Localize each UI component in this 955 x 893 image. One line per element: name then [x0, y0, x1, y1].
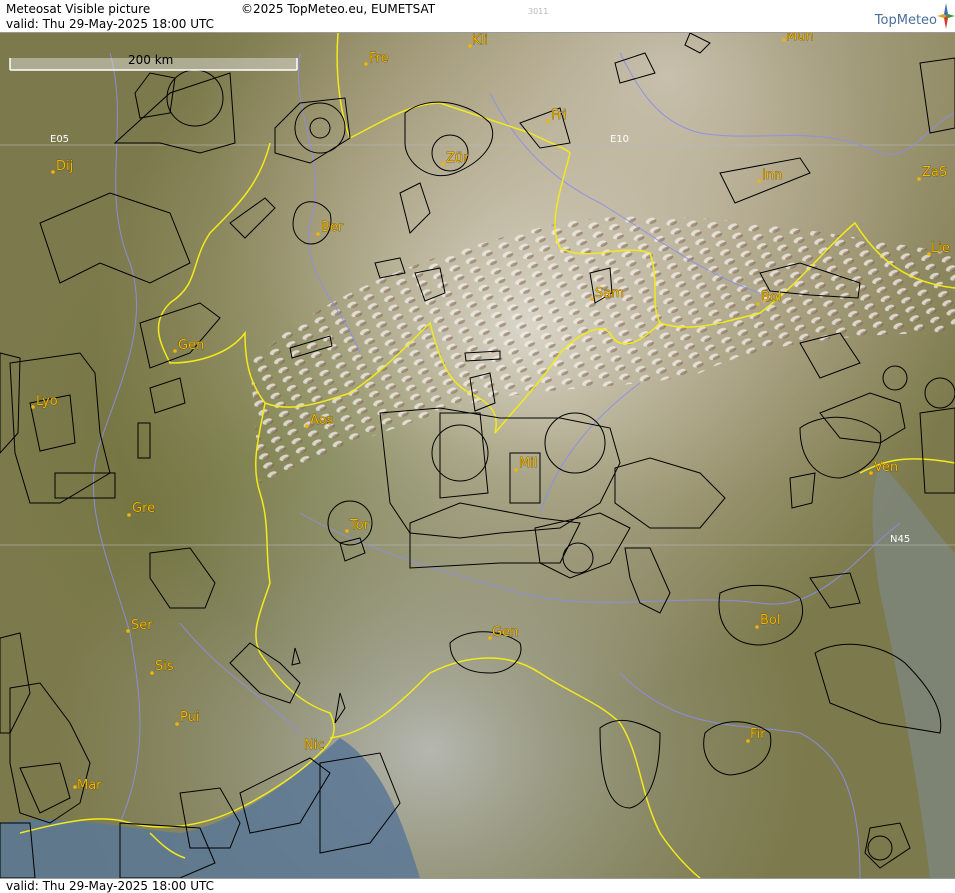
- image-title: Meteosat Visible picture: [6, 2, 151, 16]
- compass-star-icon: [937, 3, 955, 29]
- city-ber[interactable]: Ber: [316, 220, 344, 236]
- city-label-zur: Zür: [446, 151, 469, 166]
- footer-bar: valid: Thu 29-May-2025 18:00 UTC: [0, 878, 955, 893]
- city-label-ser: Ser: [131, 618, 153, 633]
- city-mar[interactable]: Mar: [73, 778, 102, 793]
- city-label-inn: Inn: [762, 168, 782, 183]
- map-canvas: 200 km E05 E10 N45 Kli Mun Fre Fri Zür D…: [0, 33, 955, 878]
- city-label-pui: Pui: [180, 710, 199, 725]
- city-label-tor: Tor: [349, 518, 370, 533]
- city-label-dij: Dij: [56, 159, 73, 174]
- grid-label-n45: N45: [890, 534, 910, 545]
- city-label-gen-south: Gen: [492, 625, 518, 640]
- valid-time-bottom: valid: Thu 29-May-2025 18:00 UTC: [6, 879, 215, 893]
- city-ven[interactable]: Ven: [869, 460, 898, 475]
- city-label-fre: Fre: [369, 51, 389, 66]
- city-label-lie: Lie: [931, 241, 950, 256]
- scale-bar-label: 200 km: [128, 53, 173, 67]
- city-label-ven: Ven: [874, 460, 898, 475]
- satellite-image[interactable]: 200 km E05 E10 N45 Kli Mun Fre Fri Zür D…: [0, 33, 955, 878]
- city-label-nic: Nic: [304, 738, 324, 753]
- city-label-mil: Mil: [519, 456, 537, 471]
- city-label-fir: Fir: [750, 727, 766, 742]
- city-label-mun: Mun: [786, 33, 814, 44]
- city-label-bol-north: Bol: [761, 290, 781, 305]
- city-label-gen-north: Gen: [178, 338, 204, 353]
- city-label-sis: Sis: [155, 659, 174, 674]
- city-ser[interactable]: Ser: [126, 618, 154, 633]
- header-bar: Meteosat Visible picture valid: Thu 29-M…: [0, 0, 955, 33]
- city-mun[interactable]: Mun: [782, 33, 814, 44]
- city-label-bol-south: Bol: [760, 613, 780, 628]
- grid-label-e10: E10: [610, 134, 629, 145]
- copyright-notice: ©2025 TopMeteo.eu, EUMETSAT: [241, 2, 436, 16]
- city-nic[interactable]: Nic: [304, 738, 325, 754]
- grid-label-e05: E05: [50, 134, 69, 145]
- city-kli[interactable]: Kli: [468, 33, 488, 48]
- tile-code: 3011: [528, 7, 549, 16]
- valid-time-top: valid: Thu 29-May-2025 18:00 UTC: [6, 17, 215, 31]
- city-label-sam: Sam: [595, 286, 624, 301]
- city-zas[interactable]: ZaS: [917, 165, 947, 181]
- city-sam[interactable]: Sam: [590, 286, 624, 301]
- city-zur[interactable]: Zür: [441, 151, 469, 166]
- city-lie[interactable]: Lie: [927, 241, 950, 256]
- city-gen-south[interactable]: Gen: [488, 625, 519, 640]
- city-lyo[interactable]: Lyo: [31, 394, 58, 409]
- brand-name: TopMeteo: [874, 13, 937, 28]
- city-label-kli: Kli: [472, 33, 488, 48]
- city-gre[interactable]: Gre: [127, 501, 155, 517]
- city-label-mar: Mar: [77, 778, 102, 793]
- city-label-aos: Aos: [310, 413, 334, 428]
- city-label-lyo: Lyo: [36, 394, 58, 409]
- city-label-ber: Ber: [321, 220, 344, 235]
- city-label-fri: Fri: [551, 108, 567, 123]
- city-aos[interactable]: Aos: [305, 413, 334, 428]
- city-gen-north[interactable]: Gen: [173, 338, 205, 353]
- city-fir[interactable]: Fir: [746, 727, 766, 743]
- city-label-gre: Gre: [132, 501, 155, 516]
- city-label-zas: ZaS: [922, 165, 947, 180]
- satellite-map-viewer: Meteosat Visible picture valid: Thu 29-M…: [0, 0, 955, 893]
